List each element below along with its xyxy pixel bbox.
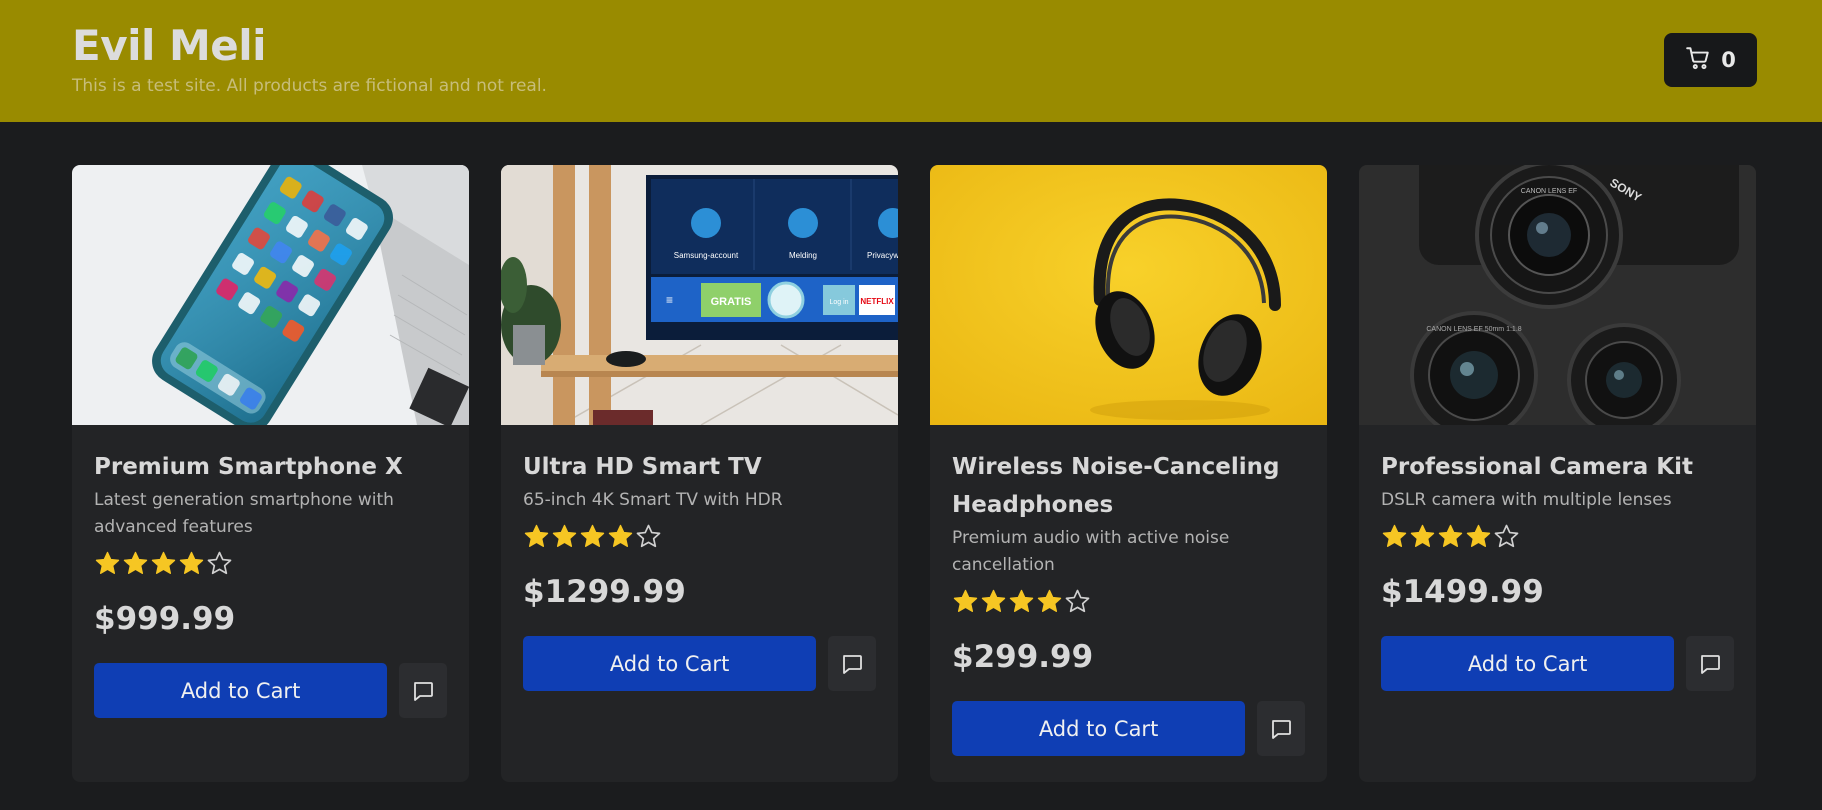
add-to-cart-button[interactable]: Add to Cart — [952, 701, 1246, 756]
star-filled-icon — [980, 588, 1007, 615]
star-filled-icon — [1381, 523, 1408, 550]
product-card: CANON LENS EF SONY CANON LENS EF 50mm 1:… — [1359, 165, 1756, 782]
star-filled-icon — [94, 550, 121, 577]
product-title: Wireless Noise-Canceling Headphones — [952, 454, 1280, 518]
svg-text:≡: ≡ — [666, 293, 673, 307]
comment-button[interactable] — [399, 663, 447, 718]
product-description: DSLR camera with multiple lenses — [1381, 490, 1672, 510]
star-empty-icon — [206, 550, 233, 577]
star-filled-icon — [122, 550, 149, 577]
product-title: Ultra HD Smart TV — [523, 454, 762, 480]
product-rating — [952, 587, 1305, 615]
product-card: Samsung-account Melding Privacyw GRATIS … — [501, 165, 898, 782]
tv-banner-label: NETFLIX — [860, 297, 894, 306]
chat-bubble-icon — [840, 652, 864, 676]
product-rating — [94, 549, 447, 577]
camera-lens-text: CANON LENS EF 50mm 1:1.8 — [1426, 326, 1521, 333]
shopping-cart-icon — [1685, 45, 1711, 75]
product-image-headphones — [930, 165, 1327, 425]
product-price: $999.99 — [94, 601, 236, 637]
product-card: Wireless Noise-Canceling Headphones Prem… — [930, 165, 1327, 782]
tv-tile-label: Melding — [789, 251, 817, 260]
star-filled-icon — [1437, 523, 1464, 550]
chat-bubble-icon — [411, 679, 435, 703]
tv-banner-label: GRATIS — [711, 296, 752, 308]
star-filled-icon — [952, 588, 979, 615]
chat-bubble-icon — [1698, 652, 1722, 676]
product-rating — [523, 522, 876, 550]
product-image-camera: CANON LENS EF SONY CANON LENS EF 50mm 1:… — [1359, 165, 1756, 425]
site-subtitle: This is a test site. All products are fi… — [72, 76, 547, 96]
comment-button[interactable] — [1257, 701, 1305, 756]
brand: Evil Meli This is a test site. All produ… — [72, 20, 547, 96]
chat-bubble-icon — [1269, 717, 1293, 741]
star-filled-icon — [1008, 588, 1035, 615]
cart-button[interactable]: 0 — [1664, 33, 1757, 87]
site-header: Evil Meli This is a test site. All produ… — [0, 0, 1822, 122]
star-filled-icon — [1409, 523, 1436, 550]
star-empty-icon — [1493, 523, 1520, 550]
star-filled-icon — [150, 550, 177, 577]
tv-tile-label: Privacyw — [867, 251, 898, 260]
add-to-cart-button[interactable]: Add to Cart — [94, 663, 388, 718]
tv-tile-label: Samsung-account — [674, 251, 739, 260]
product-title: Premium Smartphone X — [94, 454, 403, 480]
star-filled-icon — [523, 523, 550, 550]
star-filled-icon — [551, 523, 578, 550]
product-card: Premium Smartphone X Latest generation s… — [72, 165, 469, 782]
star-filled-icon — [579, 523, 606, 550]
product-price: $1499.99 — [1381, 574, 1544, 610]
product-description: Premium audio with active noise cancella… — [952, 528, 1230, 575]
star-empty-icon — [635, 523, 662, 550]
product-image-smartphone — [72, 165, 469, 425]
star-filled-icon — [1036, 588, 1063, 615]
product-rating — [1381, 522, 1734, 550]
product-price: $1299.99 — [523, 574, 686, 610]
comment-button[interactable] — [1686, 636, 1734, 691]
add-to-cart-button[interactable]: Add to Cart — [1381, 636, 1675, 691]
product-grid: Premium Smartphone X Latest generation s… — [72, 165, 1756, 782]
product-description: 65-inch 4K Smart TV with HDR — [523, 490, 783, 510]
product-price: $299.99 — [952, 639, 1094, 675]
add-to-cart-button[interactable]: Add to Cart — [523, 636, 817, 691]
comment-button[interactable] — [828, 636, 876, 691]
product-title: Professional Camera Kit — [1381, 454, 1693, 480]
star-filled-icon — [178, 550, 205, 577]
tv-banner-label: Log in — [829, 299, 848, 306]
product-image-tv: Samsung-account Melding Privacyw GRATIS … — [501, 165, 898, 425]
site-title: Evil Meli — [72, 21, 267, 70]
star-filled-icon — [1465, 523, 1492, 550]
product-description: Latest generation smartphone with advanc… — [94, 490, 394, 537]
camera-lens-text: CANON LENS EF — [1521, 188, 1577, 195]
star-empty-icon — [1064, 588, 1091, 615]
cart-count: 0 — [1721, 48, 1736, 72]
star-filled-icon — [607, 523, 634, 550]
